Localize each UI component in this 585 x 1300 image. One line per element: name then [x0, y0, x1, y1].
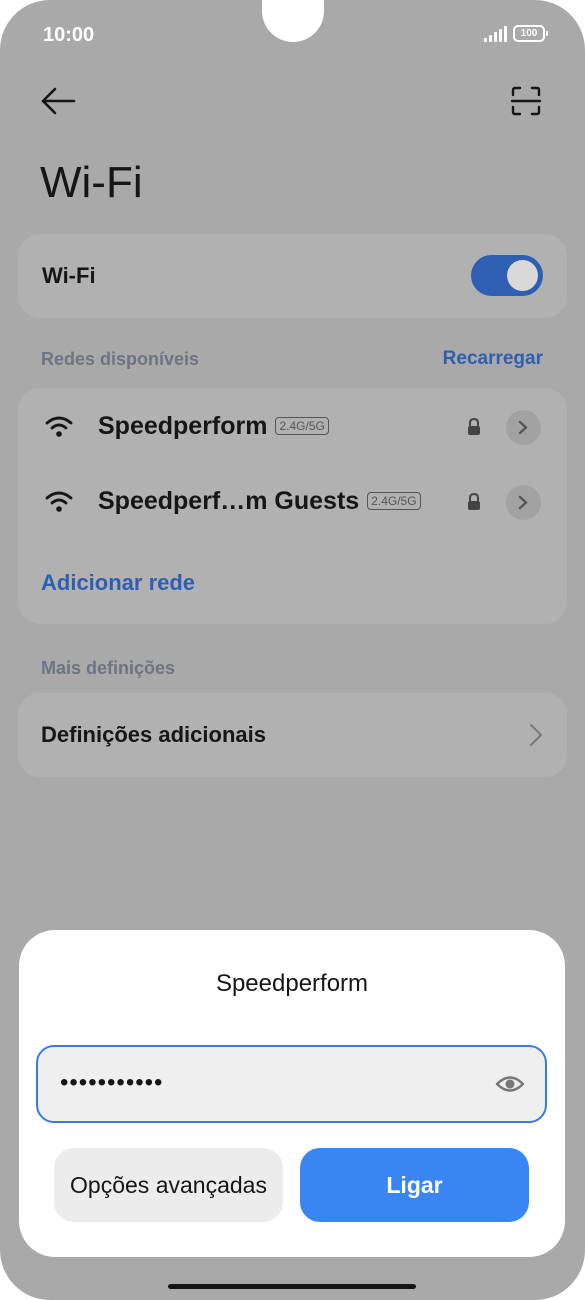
arrow-left-icon[interactable]	[40, 86, 76, 116]
additional-settings-item[interactable]: Definições adicionais	[18, 693, 567, 777]
page-title: Wi-Fi	[40, 158, 143, 207]
status-time: 10:00	[43, 24, 95, 46]
lock-icon	[468, 492, 480, 510]
battery-level: 100	[520, 28, 538, 39]
wifi-signal-icon	[45, 491, 73, 512]
network-name-text: Speedperform	[98, 412, 268, 440]
network-name-text: Speedperf…m Guests	[98, 487, 360, 515]
dialog-title: Speedperform	[215, 970, 369, 997]
wifi-toggle-label: Wi-Fi	[42, 263, 96, 288]
qr-scan-icon[interactable]	[510, 85, 542, 117]
more-settings-label: Mais definições	[41, 658, 176, 678]
wifi-toggle-switch[interactable]	[471, 255, 543, 296]
network-name: Speedperf…m Guests 2.4G/5G	[98, 487, 421, 516]
password-dialog: Speedperform ••••••••••• Opções avançada…	[19, 930, 565, 1257]
network-name: Speedperform 2.4G/5G	[98, 412, 329, 441]
wifi-toggle-card: Wi-Fi	[18, 234, 567, 318]
networks-card: Speedperform 2.4G/5G Speedperf…m Guests 2.…	[18, 388, 567, 624]
eye-icon[interactable]	[495, 1071, 525, 1097]
wifi-signal-icon	[45, 416, 73, 437]
status-icons: 100	[484, 25, 548, 42]
additional-settings-label: Definições adicionais	[41, 722, 266, 747]
phone-screen: 10:00 100 Wi-Fi Wi-Fi Redes disponíveis …	[0, 0, 585, 1300]
network-row-speedperform-guests[interactable]: Speedperf…m Guests 2.4G/5G	[18, 476, 567, 528]
band-badge: 2.4G/5G	[367, 492, 421, 510]
refresh-button[interactable]: Recarregar	[443, 348, 543, 370]
band-badge: 2.4G/5G	[275, 417, 329, 435]
battery-icon: 100	[513, 25, 548, 42]
toggle-knob	[507, 260, 538, 291]
lock-icon	[468, 417, 480, 435]
network-details-button[interactable]	[506, 410, 541, 445]
home-indicator[interactable]	[168, 1284, 416, 1289]
connect-button[interactable]: Ligar	[300, 1148, 529, 1222]
available-networks-label: Redes disponíveis	[41, 349, 200, 369]
password-value: •••••••••••	[60, 1069, 164, 1096]
chevron-right-icon	[518, 495, 528, 510]
signal-icon	[484, 25, 507, 42]
chevron-right-icon	[518, 420, 528, 435]
password-input[interactable]: •••••••••••	[36, 1045, 547, 1123]
camera-notch	[262, 0, 324, 42]
network-details-button[interactable]	[506, 485, 541, 520]
advanced-options-button[interactable]: Opções avançadas	[54, 1148, 283, 1222]
network-row-speedperform[interactable]: Speedperform 2.4G/5G	[18, 401, 567, 453]
add-network-button[interactable]: Adicionar rede	[41, 570, 195, 596]
chevron-right-icon	[530, 724, 542, 746]
